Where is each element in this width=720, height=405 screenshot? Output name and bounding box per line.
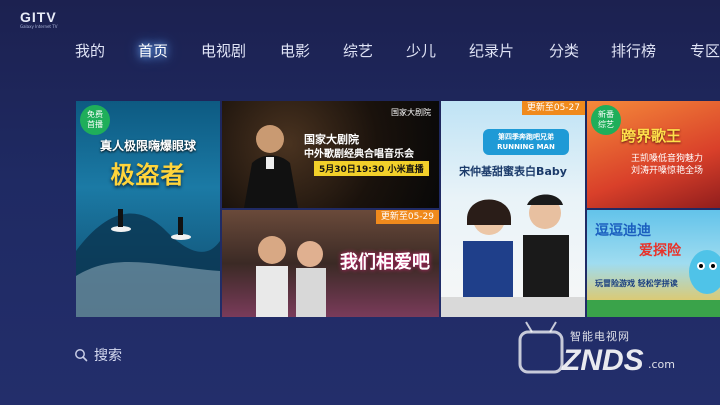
- subtitle-line-2: 刘涛开嗓惊艳全场: [631, 166, 704, 176]
- nav-item-variety[interactable]: 综艺: [343, 38, 373, 64]
- search-label: 搜索: [94, 348, 122, 364]
- top-nav: 我的 首页 电视剧 电影 综艺 少儿 纪录片 分类 排行榜 专区: [0, 38, 720, 64]
- tile-title: 逗逗迪迪: [595, 223, 651, 239]
- live-time-label: 5月30日19:30 小米直播: [314, 161, 429, 176]
- tile-subtitle: 真人极限嗨爆眼球: [99, 139, 196, 153]
- tile-point-break[interactable]: 免费 首播 真人极限嗨爆眼球 极盗者: [76, 101, 220, 317]
- nav-item-home[interactable]: 首页: [138, 38, 168, 64]
- free-premiere-badge: 免费 首播: [80, 105, 110, 135]
- tile-dodo-didi[interactable]: 逗逗迪迪 爱探险 玩冒险游戏 轻松学拼读: [587, 210, 720, 317]
- nav-item-tv-series[interactable]: 电视剧: [201, 38, 246, 64]
- tile-running-man[interactable]: 更新至05-27 第四季奔跑吧兄弟 RUNNING MAN 宋仲基甜蜜表白Bab…: [441, 101, 585, 317]
- nav-item-movies[interactable]: 电影: [280, 38, 310, 64]
- tile-subtitle: 玩冒险游戏 轻松学拼读: [595, 279, 678, 288]
- ncpa-logo-text: 国家大剧院: [391, 108, 431, 117]
- znds-watermark: 智能电视网 ZNDS .com: [516, 318, 706, 390]
- watermark-cn-text: 智能电视网: [570, 330, 630, 343]
- tile-title: 宋仲基甜蜜表白Baby: [459, 165, 567, 178]
- watermark-brand: ZNDS: [562, 344, 644, 377]
- tile-subtitle: 中外歌剧经典合唱音乐会: [304, 149, 414, 160]
- nav-item-special[interactable]: 专区: [690, 38, 720, 64]
- logo-sub-text: Galaxy Internet TV: [20, 24, 58, 29]
- nav-item-documentary[interactable]: 纪录片: [469, 38, 514, 64]
- nav-item-kids[interactable]: 少儿: [406, 38, 436, 64]
- nav-item-categories[interactable]: 分类: [549, 38, 579, 64]
- running-man-logo: 第四季奔跑吧兄弟 RUNNING MAN: [483, 129, 569, 155]
- logo-main-text: GITV: [20, 9, 57, 25]
- nav-item-mine[interactable]: 我的: [75, 38, 105, 64]
- tile-title-2: 爱探险: [639, 243, 681, 259]
- update-badge: 更新至05-29: [375, 210, 439, 224]
- tile-title: 我们相爱吧: [340, 252, 430, 273]
- tile-title: 极盗者: [110, 161, 186, 189]
- search-icon: [75, 349, 88, 362]
- tile-crossover-singer[interactable]: 新番 综艺 跨界歌王 王凯嗓低音狗魅力 刘涛开嗓惊艳全场: [587, 101, 720, 208]
- tile-we-are-in-love[interactable]: 更新至05-29 我们相爱吧: [222, 210, 439, 317]
- watermark-suffix: .com: [648, 358, 675, 371]
- tile-ncpa-concert[interactable]: 国家大剧院 国家大剧院 中外歌剧经典合唱音乐会 5月30日19:30 小米直播: [222, 101, 439, 208]
- update-badge: 更新至05-27: [521, 101, 585, 115]
- search-button[interactable]: 搜索: [74, 346, 122, 364]
- new-variety-badge: 新番 综艺: [591, 105, 621, 135]
- gitv-logo: GITV Galaxy Internet TV: [20, 10, 57, 29]
- subtitle-line-1: 王凯嗓低音狗魅力: [631, 154, 704, 164]
- nav-item-rankings[interactable]: 排行榜: [611, 38, 656, 64]
- tile-title: 跨界歌王: [621, 127, 682, 145]
- tile-subtitle: 王凯嗓低音狗魅力 刘涛开嗓惊艳全场: [631, 153, 703, 177]
